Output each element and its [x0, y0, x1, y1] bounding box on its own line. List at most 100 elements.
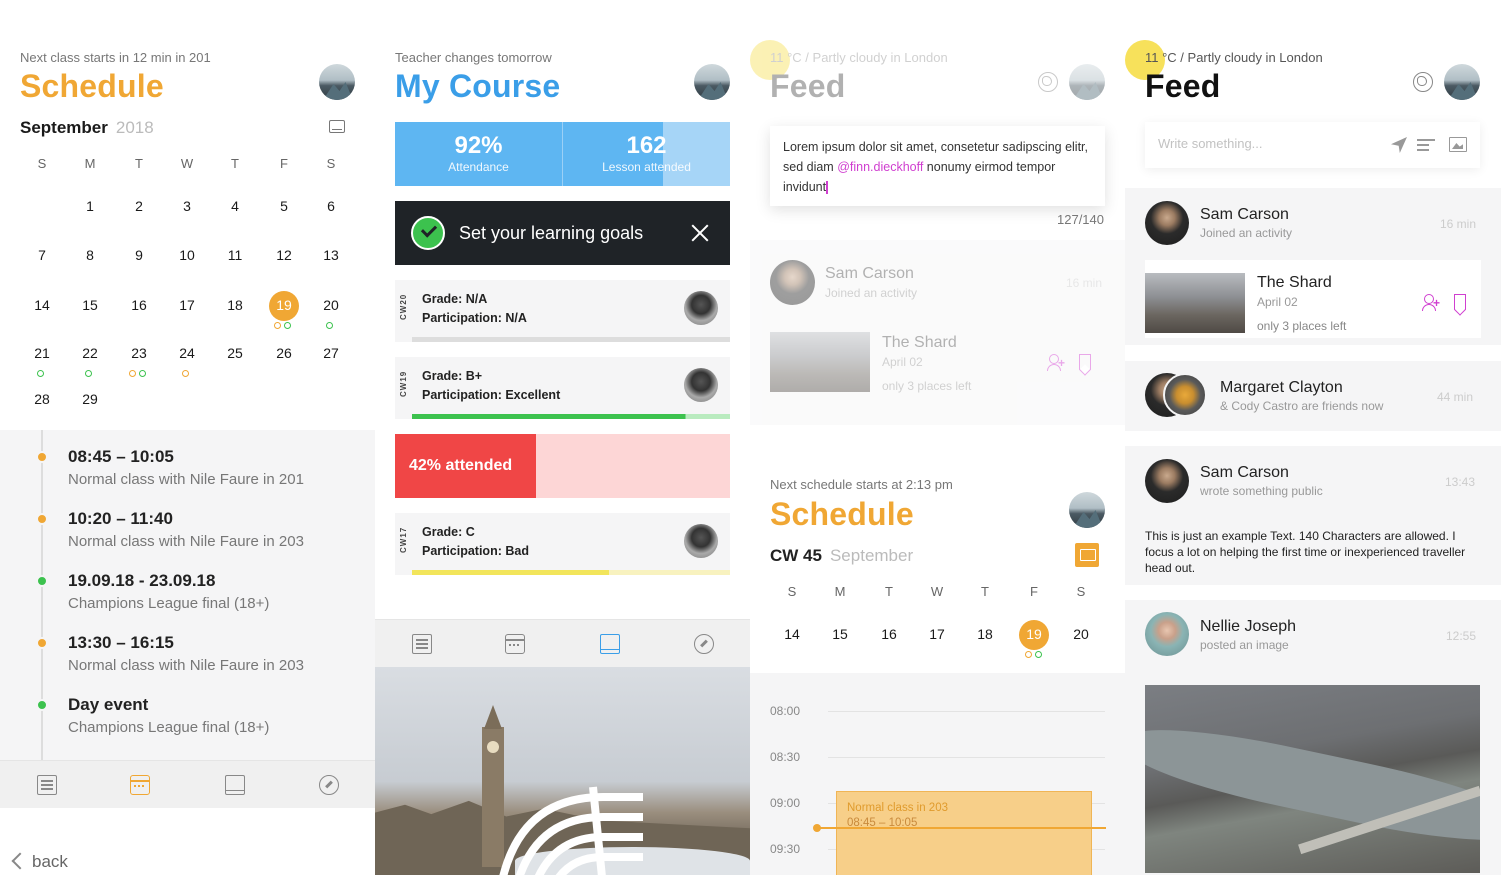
avatar[interactable] [1145, 201, 1189, 245]
calendar-day[interactable]: 12 [269, 247, 299, 263]
document-tab-icon[interactable] [412, 634, 432, 654]
bookmark-icon[interactable] [1454, 294, 1466, 310]
grade-card[interactable]: CW17 Grade: C Participation: Bad [395, 513, 730, 575]
calendar-day[interactable]: 6 [316, 198, 346, 214]
calendar-day[interactable]: 26 [269, 345, 299, 361]
event-block[interactable]: Normal class in 203 08:45 – 10:05 [836, 791, 1092, 875]
bookmark-icon[interactable] [1079, 354, 1091, 370]
globe-icon[interactable] [1413, 72, 1433, 92]
event-card[interactable]: The Shard April 02 only 3 places left + [1145, 260, 1481, 338]
calendar-day[interactable]: 21 [27, 345, 57, 361]
calendar-day[interactable]: 16 [124, 297, 154, 313]
book-tab-icon[interactable] [600, 634, 620, 654]
teacher-avatar[interactable] [684, 524, 718, 558]
calendar-day[interactable]: 14 [777, 626, 807, 642]
feed-item-activity[interactable]: Sam Carson Joined an activity 16 min The… [1125, 188, 1501, 345]
calendar-day[interactable]: 15 [75, 297, 105, 313]
write-post-input[interactable] [1158, 136, 1358, 151]
compose-card[interactable]: Lorem ipsum dolor sit amet, consetetur s… [770, 126, 1105, 206]
document-tab-icon[interactable] [37, 775, 57, 795]
calendar-day[interactable]: 19 [1019, 626, 1049, 642]
calendar-day[interactable]: 3 [172, 198, 202, 214]
event-thumbnail[interactable] [1145, 273, 1245, 333]
calendar-day[interactable]: 4 [220, 198, 250, 214]
text-format-icon[interactable] [1417, 138, 1435, 152]
calendar-day[interactable]: 29 [75, 391, 105, 407]
calendar-day[interactable]: 15 [825, 626, 855, 642]
calendar-day[interactable]: 7 [27, 247, 57, 263]
calendar-day[interactable]: 23 [124, 345, 154, 361]
calendar-day[interactable]: 14 [27, 297, 57, 313]
avatar[interactable] [1444, 64, 1480, 100]
calendar-day[interactable]: 10 [172, 247, 202, 263]
calendar-tab-icon[interactable] [505, 634, 525, 654]
calendar-day[interactable]: 25 [220, 345, 250, 361]
event-thumbnail[interactable] [770, 332, 870, 392]
agenda-item[interactable]: 10:20 – 11:40 Normal class with Nile Faur… [68, 509, 304, 550]
compass-tab-icon[interactable] [694, 634, 714, 654]
agenda-item[interactable]: Day event Champions League final (18+) [68, 695, 269, 736]
feed-item-friends[interactable]: Margaret Clayton & Cody Castro are frien… [1125, 361, 1501, 431]
learning-goals-banner[interactable]: Set your learning goals [395, 201, 730, 265]
feed-name[interactable]: Sam Carson [825, 265, 914, 283]
compass-tab-icon[interactable] [319, 775, 339, 795]
add-user-icon[interactable]: + [1047, 354, 1065, 372]
calendar-day[interactable]: 20 [1066, 626, 1096, 642]
calendar-day[interactable]: 22 [75, 345, 105, 361]
avatar[interactable] [1069, 492, 1105, 528]
avatar[interactable] [770, 260, 815, 305]
avatar[interactable] [1145, 612, 1189, 656]
avatar[interactable] [1069, 64, 1105, 100]
grade-card[interactable]: CW20 Grade: N/A Participation: N/A [395, 280, 730, 342]
teacher-avatar[interactable] [684, 368, 718, 402]
calendar-day[interactable]: 17 [172, 297, 202, 313]
event-title[interactable]: The Shard [882, 334, 957, 352]
avatar-secondary[interactable] [1163, 373, 1207, 417]
teacher-avatar[interactable] [684, 291, 718, 325]
calendar-day[interactable]: 20 [316, 297, 346, 313]
agenda-item[interactable]: 13:30 – 16:15 Normal class with Nile Faur… [68, 633, 304, 674]
add-user-icon[interactable]: + [1422, 294, 1440, 312]
avatar[interactable] [1145, 459, 1189, 503]
event-title[interactable]: The Shard [1257, 274, 1332, 292]
back-button[interactable]: back [10, 852, 68, 872]
calendar-day[interactable]: 24 [172, 345, 202, 361]
calendar-day[interactable]: 18 [220, 297, 250, 313]
attendance-stat[interactable]: 92% Attendance [395, 122, 563, 186]
lessons-stat[interactable]: 162 Lesson attended [563, 122, 730, 186]
calendar-toggle-icon[interactable] [329, 120, 345, 133]
globe-icon[interactable] [1038, 72, 1058, 92]
agenda-item[interactable]: 19.09.18 - 23.09.18 Champions League fina… [68, 571, 269, 612]
calendar-day[interactable]: 8 [75, 247, 105, 263]
feed-name[interactable]: Sam Carson [1200, 206, 1289, 224]
calendar-day[interactable]: 18 [970, 626, 1000, 642]
calendar-day[interactable]: 27 [316, 345, 346, 361]
calendar-day[interactable]: 2 [124, 198, 154, 214]
grade-card[interactable]: CW19 Grade: B+ Participation: Excellent [395, 357, 730, 419]
image-upload-icon[interactable] [1449, 137, 1467, 152]
feed-name[interactable]: Sam Carson [1200, 464, 1289, 482]
attendance-progress[interactable]: 42% attended [395, 434, 730, 498]
calendar-day[interactable]: 9 [124, 247, 154, 263]
posted-photo[interactable] [1145, 685, 1480, 873]
feed-time: 13:43 [1445, 475, 1476, 489]
calendar-day[interactable]: 13 [316, 247, 346, 263]
calendar-day[interactable]: 1 [75, 198, 105, 214]
calendar-toggle-icon[interactable] [1075, 543, 1099, 567]
avatar[interactable] [319, 64, 355, 100]
calendar-day[interactable]: 28 [27, 391, 57, 407]
location-send-icon[interactable] [1391, 137, 1407, 153]
calendar-day[interactable]: 16 [874, 626, 904, 642]
book-tab-icon[interactable] [225, 775, 245, 795]
agenda-item[interactable]: 08:45 – 10:05 Normal class with Nile Faur… [68, 447, 304, 488]
calendar-day[interactable]: 5 [269, 198, 299, 214]
calendar-day[interactable]: 17 [922, 626, 952, 642]
calendar-tab-icon[interactable] [130, 775, 150, 795]
calendar-day[interactable]: 11 [220, 247, 250, 263]
mention-link[interactable]: @finn.dieckhoff [837, 160, 923, 174]
avatar[interactable] [694, 64, 730, 100]
close-icon[interactable] [690, 223, 710, 243]
feed-name[interactable]: Margaret Clayton [1220, 379, 1343, 397]
calendar-day[interactable]: 19 [269, 297, 299, 313]
feed-name[interactable]: Nellie Joseph [1200, 618, 1296, 636]
